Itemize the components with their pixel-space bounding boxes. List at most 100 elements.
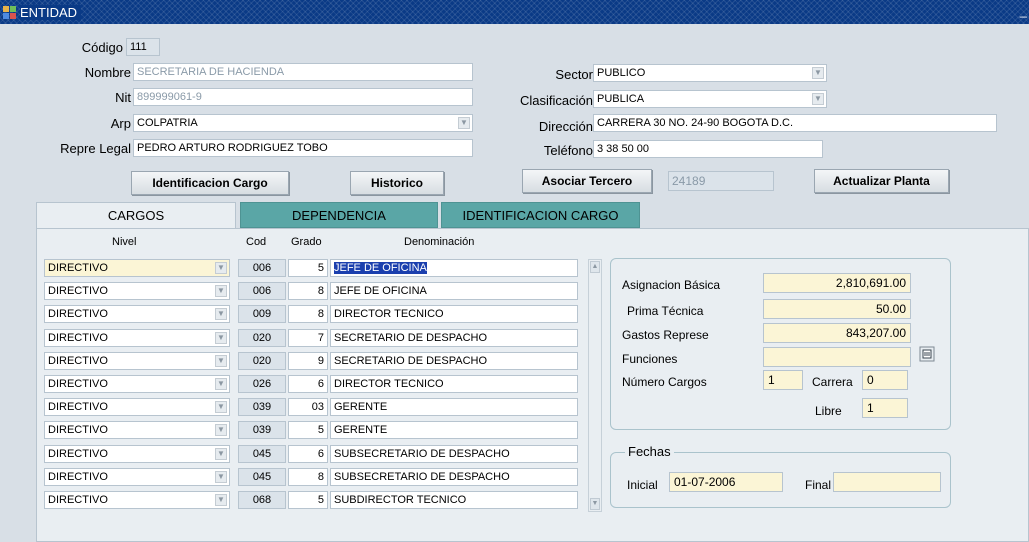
numero-cargos-label: Número Cargos — [622, 375, 707, 389]
chevron-down-icon[interactable]: ▼ — [215, 332, 227, 344]
denominacion-cell[interactable]: JEFE DE OFICINA — [330, 282, 578, 300]
numero-cargos-field[interactable]: 1 — [763, 370, 803, 390]
grado-cell[interactable]: 03 — [288, 398, 328, 416]
denominacion-cell[interactable]: DIRECTOR TECNICO — [330, 305, 578, 323]
denominacion-cell[interactable]: SUBDIRECTOR TECNICO — [330, 491, 578, 509]
prima-field[interactable]: 50.00 — [763, 299, 911, 319]
chevron-down-icon[interactable]: ▼ — [215, 285, 227, 297]
sector-select[interactable]: PUBLICO ▼ — [593, 64, 827, 82]
cod-cell[interactable]: 009 — [238, 305, 286, 323]
chevron-down-icon[interactable]: ▼ — [215, 494, 227, 506]
tercero-field[interactable]: 24189 — [668, 171, 774, 191]
nivel-select[interactable]: DIRECTIVO ▼ — [44, 398, 230, 416]
chevron-down-icon[interactable]: ▼ — [215, 448, 227, 460]
historico-button[interactable]: Historico — [350, 171, 444, 195]
minimize-button[interactable]: _ — [1020, 3, 1027, 18]
chevron-down-icon[interactable]: ▼ — [215, 401, 227, 413]
repre-field[interactable]: PEDRO ARTURO RODRIGUEZ TOBO — [133, 139, 473, 157]
denominacion-cell[interactable]: SECRETARIO DE DESPACHO — [330, 329, 578, 347]
nivel-select[interactable]: DIRECTIVO ▼ — [44, 491, 230, 509]
codigo-field[interactable]: 111 — [126, 38, 160, 56]
scroll-down-icon[interactable]: ▼ — [590, 498, 600, 510]
grado-cell[interactable]: 8 — [288, 468, 328, 486]
nivel-select[interactable]: DIRECTIVO ▼ — [44, 352, 230, 370]
denominacion-cell[interactable]: DIRECTOR TECNICO — [330, 375, 578, 393]
chevron-down-icon[interactable]: ▼ — [812, 67, 824, 79]
telefono-field[interactable]: 3 38 50 00 — [593, 140, 823, 158]
carrera-field[interactable]: 0 — [862, 370, 908, 390]
inicial-field[interactable]: 01-07-2006 — [669, 472, 783, 492]
calendar-icon[interactable] — [919, 346, 935, 362]
asociar-tercero-button[interactable]: Asociar Tercero — [522, 169, 652, 193]
denominacion-cell[interactable]: GERENTE — [330, 421, 578, 439]
clasificacion-value: PUBLICA — [597, 93, 645, 105]
grado-cell[interactable]: 5 — [288, 491, 328, 509]
tab-identificacion-cargo[interactable]: IDENTIFICACION CARGO — [441, 202, 640, 228]
nombre-label: Nombre — [84, 65, 131, 80]
chevron-down-icon[interactable]: ▼ — [215, 262, 227, 274]
cod-cell[interactable]: 045 — [238, 445, 286, 463]
final-label: Final — [805, 478, 832, 492]
nivel-select[interactable]: DIRECTIVO ▼ — [44, 445, 230, 463]
nivel-value: DIRECTIVO — [48, 448, 108, 460]
grado-cell[interactable]: 6 — [288, 375, 328, 393]
asignacion-label: Asignacion Básica — [622, 278, 721, 292]
chevron-down-icon[interactable]: ▼ — [812, 93, 824, 105]
asignacion-field[interactable]: 2,810,691.00 — [763, 273, 911, 293]
scroll-up-icon[interactable]: ▲ — [590, 261, 600, 273]
cod-cell[interactable]: 006 — [238, 282, 286, 300]
clasificacion-select[interactable]: PUBLICA ▼ — [593, 90, 827, 108]
final-field[interactable] — [833, 472, 941, 492]
tab-cargos[interactable]: CARGOS — [36, 202, 236, 228]
chevron-down-icon[interactable]: ▼ — [215, 378, 227, 390]
cod-cell[interactable]: 020 — [238, 329, 286, 347]
grado-cell[interactable]: 5 — [288, 421, 328, 439]
grado-cell[interactable]: 6 — [288, 445, 328, 463]
nivel-select[interactable]: DIRECTIVO ▼ — [44, 282, 230, 300]
nivel-select[interactable]: DIRECTIVO ▼ — [44, 305, 230, 323]
denominacion-cell[interactable]: JEFE DE OFICINA — [330, 259, 578, 277]
funciones-field[interactable] — [763, 347, 911, 367]
table-scrollbar[interactable]: ▲ ▼ — [588, 259, 602, 512]
identificacion-cargo-button[interactable]: Identificacion Cargo — [131, 171, 289, 195]
tab-dependencia[interactable]: DEPENDENCIA — [240, 202, 438, 228]
direccion-field[interactable]: CARRERA 30 NO. 24-90 BOGOTA D.C. — [593, 114, 997, 132]
gastos-field[interactable]: 843,207.00 — [763, 323, 911, 343]
denominacion-cell[interactable]: GERENTE — [330, 398, 578, 416]
arp-label: Arp — [110, 116, 131, 131]
codigo-label: Código — [81, 40, 123, 55]
chevron-down-icon[interactable]: ▼ — [215, 424, 227, 436]
cod-cell[interactable]: 068 — [238, 491, 286, 509]
grado-cell[interactable]: 7 — [288, 329, 328, 347]
grado-cell[interactable]: 8 — [288, 282, 328, 300]
denominacion-cell[interactable]: SUBSECRETARIO DE DESPACHO — [330, 468, 578, 486]
funciones-label: Funciones — [622, 352, 678, 366]
chevron-down-icon[interactable]: ▼ — [215, 471, 227, 483]
grado-header: Grado — [291, 236, 322, 248]
nivel-select[interactable]: DIRECTIVO ▼ — [44, 375, 230, 393]
grado-cell[interactable]: 9 — [288, 352, 328, 370]
libre-field[interactable]: 1 — [862, 398, 908, 418]
denominacion-cell[interactable]: SECRETARIO DE DESPACHO — [330, 352, 578, 370]
arp-select[interactable]: COLPATRIA ▼ — [133, 114, 473, 132]
chevron-down-icon[interactable]: ▼ — [458, 117, 470, 129]
grado-cell[interactable]: 5 — [288, 259, 328, 277]
cod-cell[interactable]: 039 — [238, 421, 286, 439]
nivel-select[interactable]: DIRECTIVO ▼ — [44, 421, 230, 439]
chevron-down-icon[interactable]: ▼ — [215, 308, 227, 320]
cod-cell[interactable]: 006 — [238, 259, 286, 277]
denominacion-cell[interactable]: SUBSECRETARIO DE DESPACHO — [330, 445, 578, 463]
cod-cell[interactable]: 039 — [238, 398, 286, 416]
chevron-down-icon[interactable]: ▼ — [215, 355, 227, 367]
cod-cell[interactable]: 026 — [238, 375, 286, 393]
cod-cell[interactable]: 045 — [238, 468, 286, 486]
actualizar-planta-button[interactable]: Actualizar Planta — [814, 169, 949, 193]
nit-field[interactable]: 899999061-9 — [133, 88, 473, 106]
nivel-select[interactable]: DIRECTIVO ▼ — [44, 259, 230, 277]
cod-cell[interactable]: 020 — [238, 352, 286, 370]
nivel-select[interactable]: DIRECTIVO ▼ — [44, 329, 230, 347]
nombre-field[interactable]: SECRETARIA DE HACIENDA — [133, 63, 473, 81]
denominacion-value: DIRECTOR TECNICO — [334, 378, 444, 390]
nivel-select[interactable]: DIRECTIVO ▼ — [44, 468, 230, 486]
grado-cell[interactable]: 8 — [288, 305, 328, 323]
